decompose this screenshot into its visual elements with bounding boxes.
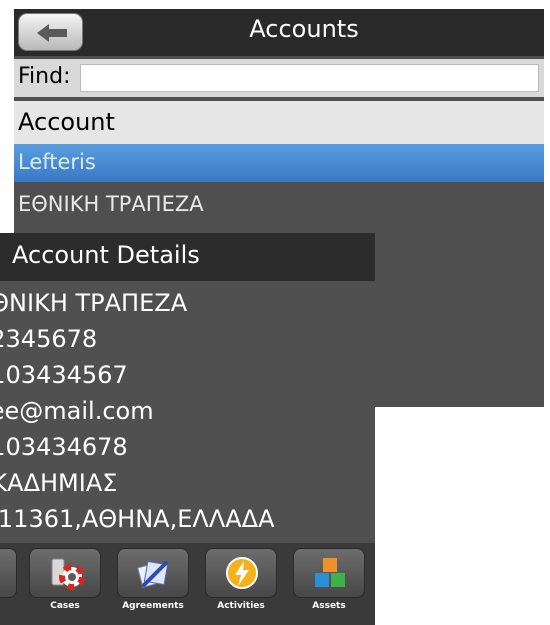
details-title: Account Details xyxy=(12,241,200,269)
toolbar-label: n. xyxy=(0,601,18,611)
toolbar-button-assets[interactable]: Assets xyxy=(293,548,365,620)
accounts-title: Accounts xyxy=(249,15,359,43)
back-button[interactable] xyxy=(18,13,83,51)
find-row: Find: xyxy=(14,59,544,97)
account-column-header[interactable]: Account xyxy=(14,101,544,144)
lifebuoy-phone-icon xyxy=(51,558,84,590)
lightning-icon xyxy=(226,557,258,589)
details-header: Account Details xyxy=(0,233,375,281)
toolbar-button-cases[interactable]: Cases xyxy=(29,548,101,620)
fax-field: 2103434678 xyxy=(0,433,128,461)
cubes-icon xyxy=(315,558,345,587)
partial-icon xyxy=(0,548,17,598)
list-item[interactable]: Lefteris xyxy=(14,144,544,182)
back-arrow-icon xyxy=(37,24,67,42)
toolbar-label: Agreements xyxy=(122,601,184,611)
details-fields: ΕΘΝΙΚΗ ΤΡΑΠΕΖΑ 12345678 2103434567 eee@m… xyxy=(0,285,375,537)
account-details-window: Account Details ΕΘΝΙΚΗ ΤΡΑΠΕΖΑ 12345678 … xyxy=(0,233,375,625)
account-column-label: Account xyxy=(18,108,115,136)
toolbar-button-activities[interactable]: Activities xyxy=(205,548,277,620)
toolbar-button-agreements[interactable]: Agreements xyxy=(117,548,189,620)
account-number-field: 12345678 xyxy=(0,325,98,353)
find-input[interactable] xyxy=(80,64,539,92)
bottom-toolbar: n. Cases Agreements xyxy=(0,543,375,625)
toolbar-label: Cases xyxy=(50,601,80,611)
toolbar-label: Assets xyxy=(312,601,346,611)
address-field: 2,11361,ΑΘΗΝΑ,ΕΛΛΑΔΑ xyxy=(0,505,275,533)
toolbar-label: Activities xyxy=(217,601,265,611)
toolbar-button-partial[interactable]: n. xyxy=(0,548,17,620)
list-item-label: Lefteris xyxy=(18,150,96,174)
find-label: Find: xyxy=(18,64,71,89)
account-name-field: ΕΘΝΙΚΗ ΤΡΑΠΕΖΑ xyxy=(0,289,188,317)
list-item-label: ΕΘΝΙΚΗ ΤΡΑΠΕΖΑ xyxy=(18,192,204,216)
list-item[interactable]: ΕΘΝΙΚΗ ΤΡΑΠΕΖΑ xyxy=(14,186,544,224)
email-field[interactable]: eee@mail.com xyxy=(0,393,375,429)
documents-pen-icon xyxy=(137,560,169,588)
phone-field[interactable]: 2103434567 xyxy=(0,357,375,393)
street-field: ΑΚΑΔΗΜΙΑΣ xyxy=(0,469,118,497)
accounts-header: Accounts xyxy=(14,9,544,56)
